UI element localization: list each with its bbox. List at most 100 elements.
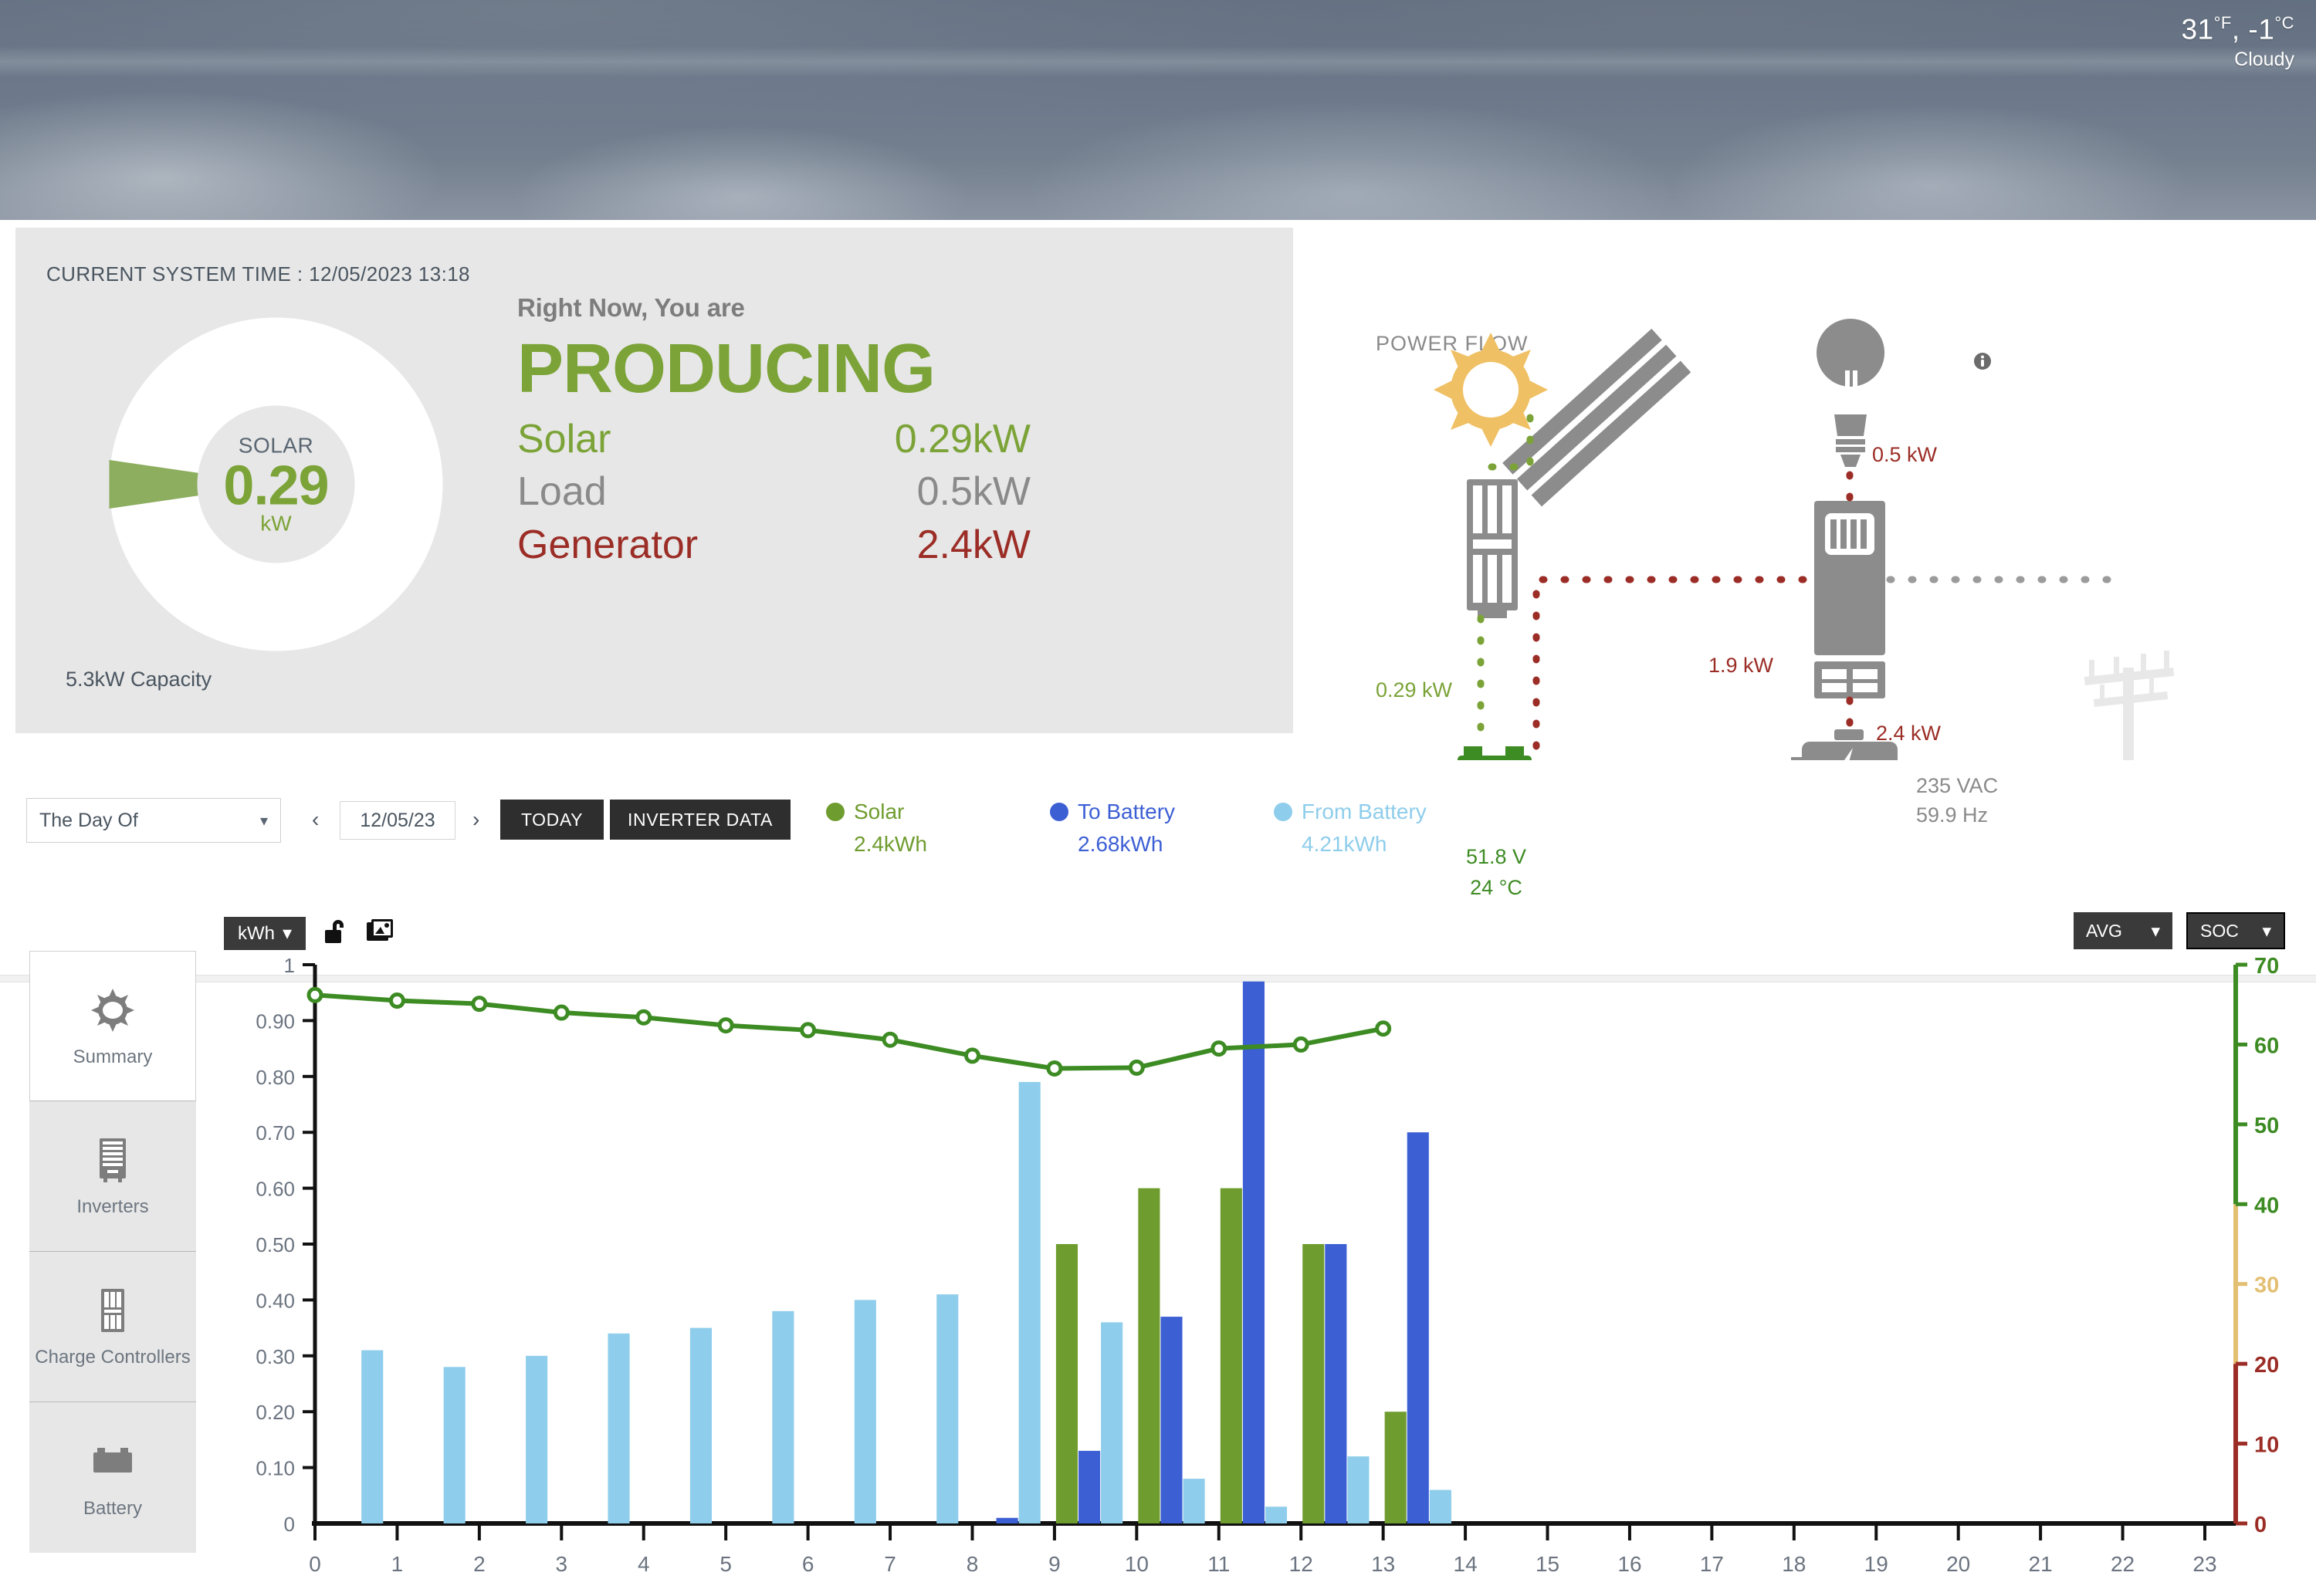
soc-line-point (635, 1009, 652, 1026)
soc-line-point (1210, 1040, 1227, 1057)
solar-gauge-readout: SOLAR 0.29 kW (199, 433, 354, 536)
power-flow-solar-label: 0.29 kW (1376, 678, 1453, 702)
unlock-icon[interactable] (323, 918, 349, 949)
energy-chart[interactable]: 0 0.10 0.20 0.30 0.40 0.50 0.60 0.70 0.80 0.90 1 0 1… (229, 951, 2297, 1584)
legend-item-to-battery[interactable]: To Battery 2.68kWh (1050, 800, 1274, 857)
chart-bar (689, 1327, 713, 1523)
system-state: PRODUCING (517, 330, 936, 407)
x-axis-tick-label: 0 (309, 1552, 321, 1576)
x-axis-tick-label: 21 (2029, 1552, 2053, 1576)
unit-select-button[interactable]: kWh ▾ (224, 917, 306, 950)
unit-select-label: kWh (238, 922, 275, 944)
system-capacity-label: 5.3kW Capacity (66, 668, 212, 691)
solar-gauge-unit: kW (260, 511, 292, 536)
sidebar-item-battery[interactable]: Battery (29, 1402, 196, 1553)
battery-icon (91, 1436, 134, 1487)
y2-axis-tick-label: 30 (2254, 1273, 2279, 1298)
soc-select-button[interactable]: SOC ▾ (2186, 912, 2285, 949)
y-axis-tick-label: 0 (284, 1513, 295, 1536)
chart-bars (361, 981, 1451, 1523)
right-now-value-generator: 2.4kW (916, 522, 1031, 568)
soc-line-point (963, 1047, 980, 1064)
next-date-button[interactable]: › (472, 807, 479, 832)
dashboard-top-row: CURRENT SYSTEM TIME : 12/05/2023 13:18 S… (0, 220, 2316, 982)
y-axis-tick-label: 0.40 (256, 1289, 295, 1312)
y2-axis-tick-label: 20 (2254, 1353, 2279, 1378)
x-axis-tick-label: 14 (1454, 1552, 1478, 1576)
sidebar-label-battery: Battery (83, 1497, 143, 1519)
date-input[interactable]: 12/05/23 (340, 801, 455, 840)
power-flow-panel: POWER FLOW 0.29 kW 1.9 kW 0.5 kW 2.4 kW … (1312, 220, 2316, 899)
legend-dot-solar (826, 803, 845, 821)
sidebar-item-inverters[interactable]: Inverters (29, 1101, 196, 1252)
legend-value-solar: 2.4kWh (854, 832, 927, 856)
y-axis-tick-label: 0.20 (256, 1401, 295, 1424)
x-axis-tick-label: 6 (802, 1552, 814, 1576)
today-button[interactable]: TODAY (500, 800, 604, 840)
soc-line-point (306, 986, 323, 1003)
inverter-data-button[interactable]: INVERTER DATA (610, 800, 791, 840)
chevron-down-icon: ▾ (2262, 920, 2271, 941)
right-now-value-load: 0.5kW (916, 469, 1031, 515)
sun-icon (90, 985, 135, 1036)
x-axis-tick-label: 2 (473, 1552, 486, 1576)
x-axis-tick-label: 20 (1946, 1552, 1970, 1576)
chart-bar (526, 1355, 548, 1523)
prev-date-button[interactable]: ‹ (312, 807, 319, 832)
inverter-icon (96, 1134, 130, 1185)
sidebar-item-charge-controllers[interactable]: Charge Controllers (29, 1252, 196, 1402)
legend-value-to-battery: 2.68kWh (1078, 832, 1163, 856)
sidebar-label-charge-controllers: Charge Controllers (35, 1347, 191, 1368)
x-axis-tick-label: 5 (720, 1552, 732, 1576)
legend-label-from-battery: From Battery (1302, 800, 1427, 823)
x-axis-tick-label: 18 (1782, 1552, 1806, 1576)
x-axis-tick-label: 13 (1371, 1552, 1395, 1576)
sidebar-item-summary[interactable]: Summary (29, 951, 196, 1101)
x-axis-tick-label: 8 (967, 1552, 979, 1576)
charge-controller-icon (1467, 479, 1518, 618)
y2-axis-tick-label: 70 (2254, 954, 2279, 979)
legend-item-solar[interactable]: Solar 2.4kWh (826, 800, 1050, 857)
chart-bar (443, 1367, 466, 1523)
legend-label-solar: Solar (854, 800, 905, 823)
chart-bar (854, 1300, 876, 1523)
right-now-key-solar: Solar (517, 416, 611, 462)
chart-toolbar-right: AVG ▾ SOC ▾ (2074, 912, 2285, 949)
x-axis-tick-label: 1 (391, 1552, 404, 1576)
chart-bar (772, 1310, 794, 1523)
x-axis-tick-label: 7 (884, 1552, 896, 1576)
y2-axis-tick-label: 40 (2254, 1193, 2279, 1218)
image-icon[interactable] (366, 918, 395, 949)
weather-temp-c: -1 (2248, 13, 2275, 46)
chart-legend: Solar 2.4kWh To Battery 2.68kWh From Bat… (826, 800, 1498, 857)
chart-sidebar: Summary Inverters Charge Controllers Bat… (29, 951, 196, 1553)
y2-axis-tick-label: 10 (2254, 1433, 2279, 1458)
sidebar-label-inverters: Inverters (76, 1196, 149, 1217)
x-axis-tick-label: 23 (2192, 1552, 2216, 1576)
y-axis-tick-label: 0.70 (256, 1121, 295, 1145)
chart-bar (1429, 1489, 1451, 1523)
legend-item-from-battery[interactable]: From Battery 4.21kWh (1274, 800, 1498, 857)
power-flow-generator-label: 2.4 kW (1876, 722, 1942, 745)
y2-axis-tick-label: 50 (2254, 1114, 2279, 1138)
legend-dot-from-battery (1274, 803, 1292, 821)
legend-label-to-battery: To Battery (1078, 800, 1176, 823)
chart-bar (1265, 1506, 1288, 1523)
y-axis-tick-label: 0.90 (256, 1009, 295, 1033)
legend-value-from-battery: 4.21kWh (1302, 832, 1387, 856)
chart-controls-row: The Day Of ▾ ‹ 12/05/23 › TODAY INVERTER… (0, 789, 2316, 881)
weather-banner: 31°F, -1°C Cloudy (0, 0, 2316, 220)
chart-bar (361, 1350, 384, 1523)
solar-gauge-value: 0.29 (223, 454, 329, 516)
range-select[interactable]: The Day Of ▾ (26, 798, 281, 843)
chart-bar (1101, 1322, 1123, 1523)
chart-bar (1018, 1082, 1041, 1523)
avg-select-button[interactable]: AVG ▾ (2074, 912, 2172, 949)
chart-bar (1302, 1244, 1325, 1523)
y-axis-tick-label: 0.80 (256, 1066, 295, 1089)
soc-line-point (717, 1017, 734, 1034)
y-axis-tick-label: 1 (284, 954, 295, 977)
soc-line-point (800, 1022, 817, 1039)
chart-bar (1325, 1244, 1347, 1523)
y-axis-tick-label: 0.50 (256, 1233, 295, 1256)
